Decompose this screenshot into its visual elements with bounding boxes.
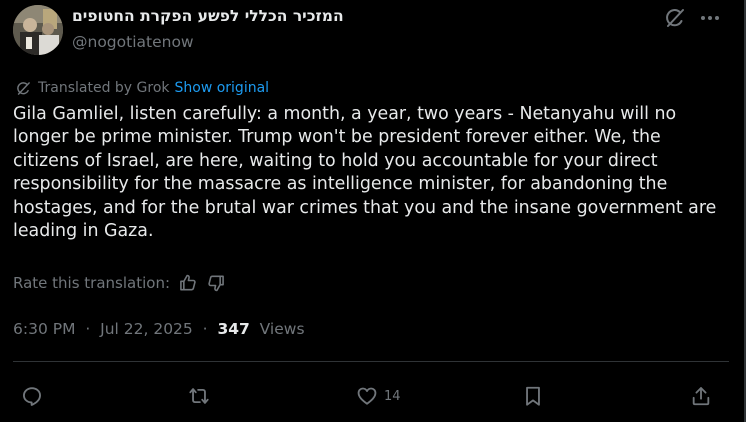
like-button[interactable]: 14 bbox=[356, 384, 401, 408]
share-icon bbox=[692, 387, 710, 406]
avatar-image bbox=[13, 5, 63, 55]
tweet-text: Gila Gamliel, listen carefully: a month,… bbox=[13, 104, 717, 242]
show-original-link[interactable]: Show original bbox=[175, 80, 270, 96]
reply-icon bbox=[23, 387, 41, 406]
tweet-meta: 6:30 PM · Jul 22, 2025 · 347 Views bbox=[13, 320, 305, 338]
rate-translation-label: Rate this translation: bbox=[13, 274, 171, 292]
meta-separator-2: · bbox=[197, 320, 213, 338]
grok-small-icon bbox=[15, 80, 32, 97]
reply-button[interactable] bbox=[21, 384, 43, 408]
author-handle[interactable]: @nogotiatenow bbox=[72, 33, 194, 51]
like-count: 14 bbox=[384, 388, 401, 404]
repost-button[interactable] bbox=[188, 384, 210, 408]
more-icon[interactable] bbox=[698, 6, 722, 30]
heart-icon bbox=[357, 387, 377, 405]
divider bbox=[13, 361, 729, 362]
author-display-name[interactable]: המזכיר הכללי לפשע הפקרת החטופים bbox=[72, 7, 344, 25]
translation-row: Translated by Grok Show original bbox=[15, 79, 269, 97]
tweet-time[interactable]: 6:30 PM bbox=[13, 320, 75, 338]
grok-icon[interactable] bbox=[663, 6, 687, 30]
views-count: 347 bbox=[217, 320, 250, 338]
translated-by-label: Translated by Grok bbox=[38, 80, 170, 96]
repost-icon bbox=[189, 388, 209, 404]
rate-translation-row: Rate this translation: bbox=[13, 272, 226, 294]
thumbs-up-icon[interactable] bbox=[178, 273, 198, 293]
bookmark-button[interactable] bbox=[522, 384, 544, 408]
bookmark-icon bbox=[526, 386, 540, 406]
avatar[interactable] bbox=[13, 5, 63, 55]
thumbs-down-icon[interactable] bbox=[206, 273, 226, 293]
meta-separator: · bbox=[80, 320, 96, 338]
views-label: Views bbox=[254, 320, 305, 338]
share-button[interactable] bbox=[690, 384, 712, 408]
tweet-date[interactable]: Jul 22, 2025 bbox=[100, 320, 193, 338]
